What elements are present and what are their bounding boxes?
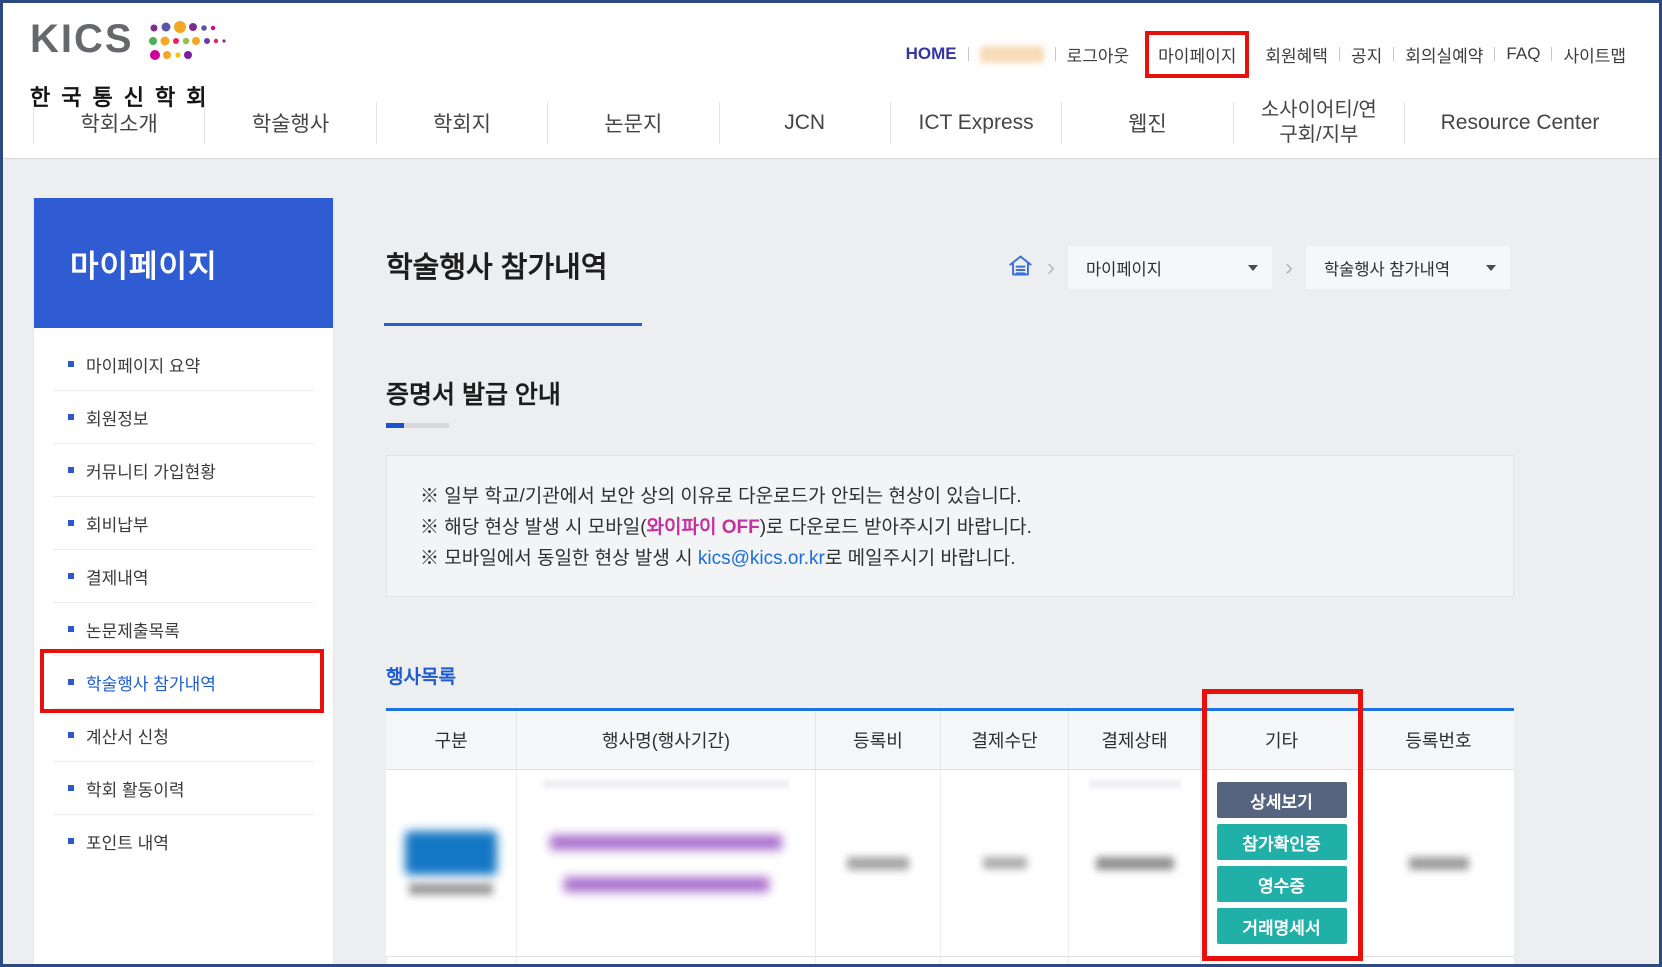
event-name-blurred: [550, 835, 782, 850]
bullet-icon: [68, 626, 74, 632]
notice-line-1: ※ 일부 학교/기관에서 보안 상의 이유로 다운로드가 안되는 현상이 있습니…: [420, 481, 1513, 512]
wifi-off-emphasis: 와이파이 OFF: [647, 517, 760, 538]
breadcrumb-select-mypage[interactable]: 마이페이지: [1068, 246, 1272, 289]
participation-certificate-button[interactable]: 참가확인증: [1217, 824, 1347, 860]
table-row-partial: [386, 957, 1514, 967]
bullet-icon: [68, 679, 74, 685]
utility-reservation-link[interactable]: 회의실예약: [1394, 42, 1494, 67]
top-header: KICS 한국통신학회 H: [3, 3, 1659, 159]
mypage-sidebar: 마이페이지 마이페이지 요약 회원정보 커뮤니티 가입현황 회비납부 결제내역 …: [33, 198, 334, 967]
kics-mypage-screen: KICS 한국통신학회 H: [0, 0, 1662, 967]
sidebar-item-summary[interactable]: 마이페이지 요약: [53, 338, 314, 391]
col-header-payment-status: 결제상태: [1068, 711, 1200, 769]
col-header-registration-no: 등록번호: [1362, 711, 1514, 769]
guide-title-accent-bar: [386, 423, 449, 428]
transaction-statement-button[interactable]: 거래명세서: [1217, 908, 1347, 944]
nav-item-society[interactable]: 소사이어티/연구회/지부: [1233, 102, 1404, 144]
sidebar-item-points[interactable]: 포인트 내역: [53, 815, 314, 867]
col-header-etc: 기타: [1200, 711, 1362, 769]
cell-payment-method-blurred: [940, 770, 1068, 956]
bullet-icon: [68, 414, 74, 420]
bullet-icon: [68, 785, 74, 791]
chevron-right-icon: ›: [1285, 256, 1293, 280]
utility-mypage-highlight: 마이페이지: [1145, 31, 1249, 78]
sidebar-item-member-info[interactable]: 회원정보: [53, 391, 314, 444]
sidebar-item-event-participation[interactable]: 학술행사 참가내역: [53, 656, 314, 709]
nav-item-ict-express[interactable]: ICT Express: [890, 102, 1061, 144]
sidebar-title: 마이페이지: [34, 198, 333, 328]
cell-registration-no-blurred: [1362, 770, 1514, 956]
cell-etc-actions: 상세보기 참가확인증 영수증 거래명세서: [1200, 770, 1362, 956]
bullet-icon: [68, 361, 74, 367]
utility-sitemap-link[interactable]: 사이트맵: [1552, 42, 1637, 67]
event-table-header: 구분 행사명(행사기간) 등록비 결제수단 결제상태 기타 등록번호: [386, 711, 1514, 770]
col-header-fee: 등록비: [815, 711, 940, 769]
nav-item-webzine[interactable]: 웹진: [1061, 102, 1232, 144]
detail-view-button[interactable]: 상세보기: [1217, 782, 1347, 818]
chevron-down-icon: [1486, 265, 1496, 271]
event-list-title: 행사목록: [386, 662, 456, 689]
certificate-notice-box: ※ 일부 학교/기관에서 보안 상의 이유로 다운로드가 안되는 현상이 있습니…: [386, 455, 1514, 597]
home-icon[interactable]: [1007, 252, 1034, 284]
bullet-icon: [68, 520, 74, 526]
utility-mypage-link[interactable]: 마이페이지: [1158, 47, 1236, 66]
sidebar-item-invoice-request[interactable]: 계산서 신청: [53, 709, 314, 762]
receipt-button[interactable]: 영수증: [1217, 866, 1347, 902]
bullet-icon: [68, 573, 74, 579]
page-title: 학술행사 참가내역: [386, 244, 608, 286]
nav-item-about[interactable]: 학회소개: [33, 102, 204, 144]
breadcrumb: › 마이페이지 › 학술행사 참가내역: [1007, 246, 1510, 289]
table-row: 상세보기 참가확인증 영수증 거래명세서: [386, 770, 1514, 957]
utility-logout-link[interactable]: 로그아웃: [1056, 42, 1141, 67]
logo-wordmark: KICS: [30, 19, 134, 59]
sidebar-menu: 마이페이지 요약 회원정보 커뮤니티 가입현황 회비납부 결제내역 논문제출목록…: [34, 328, 333, 867]
cell-type-blurred: [386, 770, 516, 956]
event-type-badge-blurred: [405, 831, 497, 875]
col-header-event-name: 행사명(행사기간): [516, 711, 815, 769]
sidebar-item-activity-history[interactable]: 학회 활동이력: [53, 762, 314, 815]
sidebar-item-payments[interactable]: 결제내역: [53, 550, 314, 603]
notice-line-3: ※ 모바일에서 동일한 현상 발생 시 kics@kics.or.kr로 메일주…: [420, 543, 1513, 574]
cell-event-name-blurred: [516, 770, 815, 956]
chevron-right-icon: ›: [1047, 256, 1055, 280]
user-name-blurred: [980, 46, 1044, 63]
title-underline: [384, 323, 642, 326]
cell-fee-blurred: [815, 770, 940, 956]
utility-home-link[interactable]: HOME: [895, 44, 968, 64]
main-nav: 학회소개 학술행사 학회지 논문지 JCN ICT Express 웹진 소사이…: [33, 93, 1635, 153]
bullet-icon: [68, 732, 74, 738]
sidebar-item-paper-submissions[interactable]: 논문제출목록: [53, 603, 314, 656]
logo-dots-icon: [146, 19, 276, 72]
bullet-icon: [68, 838, 74, 844]
nav-item-papers[interactable]: 논문지: [547, 102, 718, 144]
divider: [968, 47, 969, 61]
utility-faq-link[interactable]: FAQ: [1495, 44, 1551, 64]
nav-item-jcn[interactable]: JCN: [719, 102, 890, 144]
nav-item-journal[interactable]: 학회지: [376, 102, 547, 144]
sidebar-item-dues[interactable]: 회비납부: [53, 497, 314, 550]
event-type-text-blurred: [409, 883, 493, 895]
notice-line-2: ※ 해당 현상 발생 시 모바일(와이파이 OFF)로 다운로드 받아주시기 바…: [420, 512, 1513, 543]
breadcrumb-select-event-participation[interactable]: 학술행사 참가내역: [1306, 246, 1510, 289]
event-table: 구분 행사명(행사기간) 등록비 결제수단 결제상태 기타 등록번호: [386, 708, 1514, 967]
cell-payment-status-blurred: [1068, 770, 1200, 956]
sidebar-item-community[interactable]: 커뮤니티 가입현황: [53, 444, 314, 497]
event-period-blurred: [564, 877, 769, 892]
utility-benefit-link[interactable]: 회원혜택: [1254, 42, 1339, 67]
col-header-payment-method: 결제수단: [940, 711, 1068, 769]
chevron-down-icon: [1248, 265, 1258, 271]
certificate-guide-title: 증명서 발급 안내: [386, 375, 561, 411]
nav-item-events[interactable]: 학술행사: [204, 102, 375, 144]
col-header-type: 구분: [386, 711, 516, 769]
bullet-icon: [68, 467, 74, 473]
email-link[interactable]: kics@kics.or.kr: [698, 548, 825, 569]
utility-nav: HOME 로그아웃 마이페이지 회원혜택 공지 회의실예약 FAQ 사이트맵: [895, 31, 1637, 77]
nav-item-resource-center[interactable]: Resource Center: [1404, 102, 1635, 144]
utility-notice-link[interactable]: 공지: [1340, 42, 1393, 67]
